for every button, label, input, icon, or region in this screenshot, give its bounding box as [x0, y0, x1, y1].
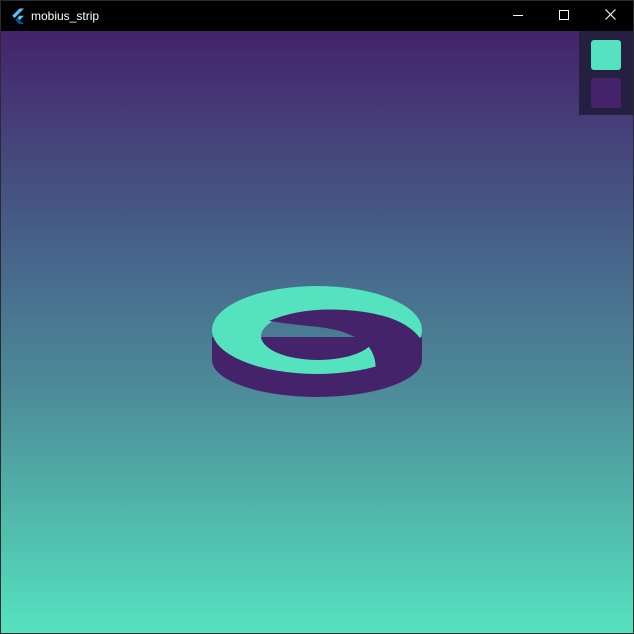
secondary-color-swatch[interactable] — [591, 78, 621, 108]
primary-color-swatch[interactable] — [591, 40, 621, 70]
window-title: mobius_strip — [31, 9, 100, 23]
mobius-strip-graphic — [212, 286, 422, 397]
title-bar[interactable]: mobius_strip — [1, 1, 633, 31]
app-window: mobius_strip — [0, 0, 634, 634]
render-canvas[interactable] — [1, 31, 633, 633]
flutter-logo-icon — [10, 8, 26, 24]
minimize-button[interactable] — [495, 1, 541, 31]
close-icon — [604, 7, 616, 25]
maximize-icon — [559, 7, 569, 25]
minimize-icon — [513, 7, 523, 25]
close-button[interactable] — [587, 1, 633, 31]
color-swatch-panel — [579, 31, 633, 115]
maximize-button[interactable] — [541, 1, 587, 31]
